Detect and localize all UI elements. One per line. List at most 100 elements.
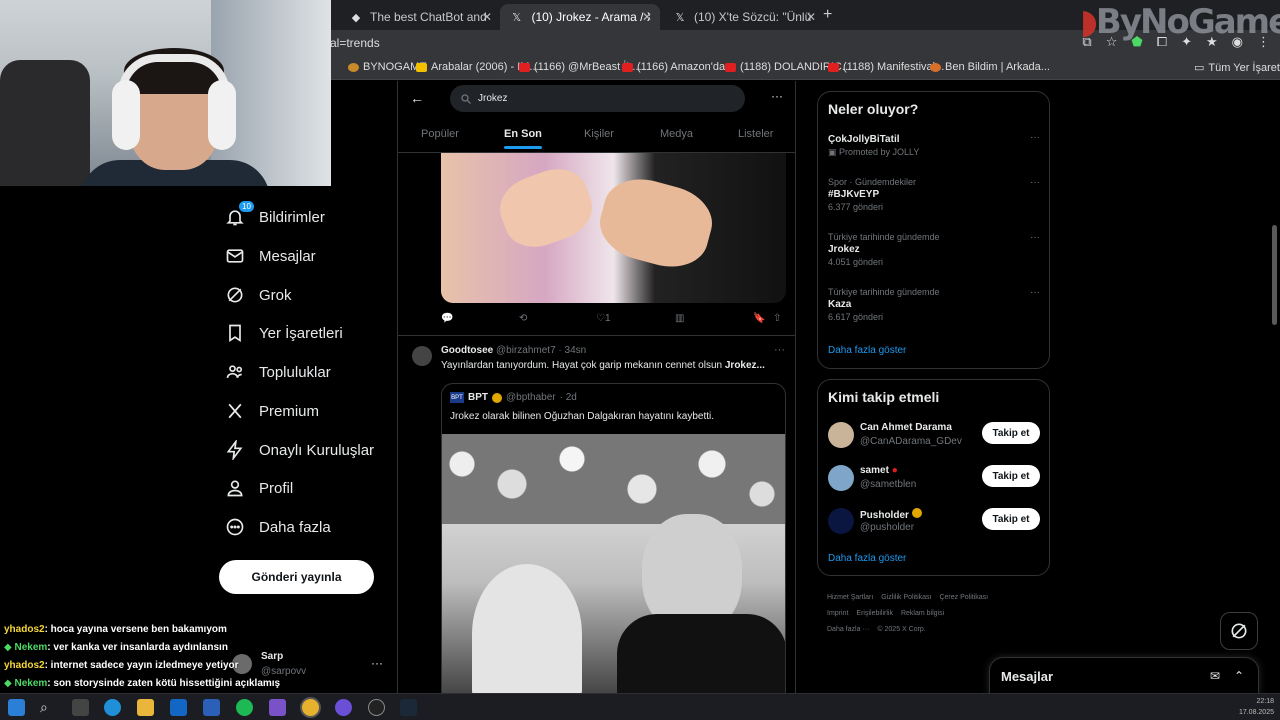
- compose-message-icon[interactable]: ✉: [1210, 669, 1220, 683]
- tab-lists[interactable]: Listeler: [738, 128, 773, 140]
- task-view-icon[interactable]: [72, 699, 89, 716]
- avatar[interactable]: [828, 508, 854, 534]
- nav-item-more[interactable]: Daha fazla: [225, 512, 331, 542]
- bookmark-item[interactable]: (1166) Amazon'da...: [622, 61, 734, 73]
- nav-item-messages[interactable]: Mesajlar: [225, 241, 316, 271]
- notification-count-badge: 10: [239, 201, 254, 212]
- post-button[interactable]: Gönderi yayınla: [219, 560, 374, 594]
- footer-link[interactable]: Hizmet Şartları: [827, 594, 873, 601]
- close-icon[interactable]: ✕: [806, 10, 816, 24]
- browser-tab-chatbot[interactable]: ◆ The best ChatBot and Widgets ✕: [340, 4, 500, 30]
- verified-badge-icon: [911, 508, 922, 518]
- trend-item[interactable]: Türkiye tarihinde gündemde Jrokez 4.051 …: [828, 232, 1040, 267]
- follow-button[interactable]: Takip et: [982, 465, 1040, 487]
- nav-item-profile[interactable]: Profil: [225, 473, 293, 503]
- nav-item-bookmarks[interactable]: Yer İşaretleri: [225, 318, 343, 348]
- more-icon[interactable]: ···: [1030, 232, 1040, 243]
- browser-tab-jrokez-search[interactable]: 𝕏 (10) Jrokez - Arama / X ✕: [500, 4, 660, 30]
- new-tab-button[interactable]: +: [823, 6, 832, 24]
- trends-title: Neler oluyor?: [828, 101, 919, 117]
- steam-icon[interactable]: [400, 699, 417, 716]
- footer-link[interactable]: Gizlilik Politikası: [881, 594, 931, 601]
- tab-people[interactable]: Kişiler: [584, 128, 614, 140]
- trend-item[interactable]: Spor · Gündemdekiler #BJKvEYP 6.377 gönd…: [828, 177, 1040, 212]
- share-icon[interactable]: ⇧: [773, 313, 781, 324]
- follow-suggestion[interactable]: Pusholder @pusholder Takip et: [828, 506, 1040, 536]
- file-explorer-icon[interactable]: [137, 699, 154, 716]
- who-to-follow-title: Kimi takip etmeli: [828, 389, 940, 405]
- nav-item-communities[interactable]: Topluluklar: [225, 357, 331, 387]
- more-icon[interactable]: ···: [1030, 287, 1040, 298]
- tweet-photo[interactable]: [441, 153, 786, 303]
- avatar[interactable]: [828, 422, 854, 448]
- tab-latest[interactable]: En Son: [504, 128, 542, 149]
- trend-item[interactable]: Türkiye tarihinde gündemde Kaza 6.617 gö…: [828, 287, 1040, 322]
- follow-button[interactable]: Takip et: [982, 508, 1040, 530]
- nav-item-notifications[interactable]: 10 Bildirimler: [225, 201, 325, 232]
- footer-link[interactable]: Reklam bilgisi: [901, 610, 944, 617]
- nav-label: Yer İşaretleri: [259, 324, 343, 342]
- close-icon[interactable]: ✕: [482, 10, 492, 24]
- system-clock[interactable]: 22:18 17.08.2025: [1239, 696, 1274, 718]
- bookmark-icon: [229, 324, 241, 343]
- footer-link[interactable]: Daha fazla ···: [827, 626, 869, 633]
- author-name[interactable]: Goodtosee: [441, 345, 493, 356]
- more-icon[interactable]: ···: [771, 89, 783, 103]
- more-icon[interactable]: ···: [774, 344, 785, 356]
- footer-link[interactable]: Erişilebilirlik: [856, 610, 893, 617]
- spotify-icon[interactable]: [236, 699, 253, 716]
- avatar[interactable]: [828, 465, 854, 491]
- trend-item[interactable]: ÇokJollyBiTatil ▣ Promoted by JOLLY ···: [828, 132, 1040, 158]
- trends-show-more-link[interactable]: Daha fazla göster: [828, 345, 906, 356]
- search-icon[interactable]: ⌕: [40, 699, 57, 716]
- like-button[interactable]: ♡ 1: [596, 313, 611, 324]
- tab-media[interactable]: Medya: [660, 128, 693, 140]
- bookmark-item[interactable]: Ben Bildim | Arkada...: [930, 61, 1050, 73]
- search-query[interactable]: Jrokez: [478, 93, 507, 104]
- bookmark-item[interactable]: BYNOGAME: [348, 61, 427, 73]
- search-input[interactable]: Jrokez: [450, 85, 745, 112]
- quoted-name: BPT: [468, 392, 488, 403]
- chrome-icon[interactable]: [302, 699, 319, 716]
- views-icon[interactable]: ▥: [675, 313, 684, 324]
- follow-show-more-link[interactable]: Daha fazla göster: [828, 553, 906, 564]
- retweet-icon[interactable]: ⟲: [519, 313, 527, 324]
- grok-floating-button[interactable]: [1220, 612, 1258, 650]
- follow-suggestion[interactable]: samet ● @sametblen Takip et: [828, 463, 1040, 493]
- messages-drawer[interactable]: Mesajlar ✉ ⌃: [989, 657, 1259, 697]
- footer-link[interactable]: Imprint: [827, 610, 848, 617]
- tweet[interactable]: Goodtosee @birzahmet7 · 34sn ··· Yayınla…: [398, 335, 795, 693]
- store-icon[interactable]: [203, 699, 220, 716]
- quoted-photo[interactable]: [442, 434, 785, 693]
- app-icon[interactable]: [269, 699, 286, 716]
- follow-button[interactable]: Takip et: [982, 422, 1040, 444]
- edge-icon[interactable]: [104, 699, 121, 716]
- bookmark-icon[interactable]: 🔖: [753, 313, 765, 324]
- nav-item-grok[interactable]: Grok: [225, 280, 292, 310]
- reply-icon[interactable]: 💬: [441, 313, 453, 324]
- windows-start-icon[interactable]: [8, 699, 25, 716]
- obs-icon[interactable]: [368, 699, 385, 716]
- bookmark-item[interactable]: (1188) Manifestival...: [828, 61, 944, 73]
- back-arrow-icon[interactable]: ←: [410, 90, 424, 106]
- page-scrollbar[interactable]: [1272, 225, 1277, 325]
- tab-popular[interactable]: Popüler: [421, 128, 459, 140]
- more-icon[interactable]: ···: [1030, 177, 1040, 188]
- trends-card: Neler oluyor? ÇokJollyBiTatil ▣ Promoted…: [817, 91, 1050, 369]
- quoted-tweet[interactable]: BPT BPT @bpthaber · 2d Jrokez olarak bil…: [441, 383, 786, 693]
- nav-item-verified-orgs[interactable]: Onaylı Kuruluşlar: [225, 435, 374, 465]
- avatar[interactable]: [412, 346, 432, 366]
- outlook-icon[interactable]: [170, 699, 187, 716]
- url-text[interactable]: al=trends: [330, 36, 380, 50]
- more-icon[interactable]: ···: [1030, 132, 1040, 143]
- expand-icon[interactable]: ⌃: [1234, 669, 1244, 683]
- browser-tab-sozcu[interactable]: 𝕏 (10) X'te Sözcü: "Ünlü yayıncı Jr ✕: [664, 4, 824, 30]
- discord-icon[interactable]: [335, 699, 352, 716]
- footer-link[interactable]: Çerez Politikası: [939, 594, 988, 601]
- all-bookmarks[interactable]: ▭Tüm Yer İşaretleri: [1194, 61, 1280, 75]
- nav-item-premium[interactable]: Premium: [225, 396, 319, 426]
- more-icon[interactable]: ···: [371, 656, 383, 670]
- footer-links: Hizmet Şartları Gizlilik Politikası Çerez …: [827, 590, 1047, 638]
- close-icon[interactable]: ✕: [642, 10, 652, 24]
- follow-suggestion[interactable]: Can Ahmet Darama @CanADarama_GDev Takip …: [828, 420, 1040, 450]
